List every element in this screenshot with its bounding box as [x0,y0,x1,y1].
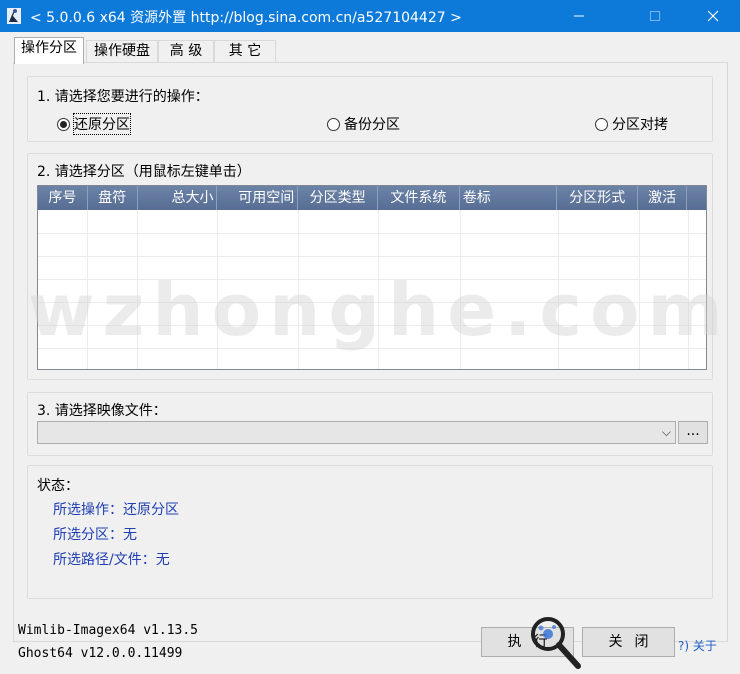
status-label: 状态： [37,478,79,494]
column-header-filler [687,186,706,210]
tab-other[interactable]: 其 它 [214,40,276,62]
column-header-total-size[interactable]: 总大小 [138,186,218,210]
column-header-active[interactable]: 激活 [638,186,688,210]
title-bar[interactable]: < 5.0.0.6 x64 资源外置 http://blog.sina.com.… [0,0,740,32]
column-header-partition-type[interactable]: 分区类型 [298,186,378,210]
radio-backup-partition[interactable]: 备份分区 [327,114,400,134]
radio-selected-dot [60,120,67,128]
window-title: < 5.0.0.6 x64 资源外置 http://blog.sina.com.… [30,10,462,26]
radio-copy-label: 分区对拷 [612,117,668,133]
status-operation: 所选操作：还原分区 [53,502,179,518]
magnifier-logo-icon [531,617,581,669]
maximize-icon [650,11,660,21]
browse-button[interactable]: ... [678,421,708,444]
grid-line [87,210,88,369]
partition-list[interactable]: 序号 盘符 总大小 可用空间 分区类型 文件系统 卷标 分区形式 激活 [37,185,707,370]
column-header-volume-label[interactable]: 卷标 [460,186,558,210]
column-header-partition-style[interactable]: 分区形式 [557,186,639,210]
operation-group-label: 1. 请选择您要进行的操作： [37,89,209,105]
column-header-index[interactable]: 序号 [38,186,88,210]
grid-line [558,210,559,369]
radio-backup-label: 备份分区 [344,117,400,133]
grid-line [38,302,706,303]
minimize-icon [574,15,584,17]
tab-advanced[interactable]: 高 级 [158,40,214,62]
column-header-file-system[interactable]: 文件系统 [378,186,460,210]
grid-line [378,210,379,369]
grid-line [460,210,461,369]
image-file-combo[interactable]: ⌵ [37,421,676,444]
partition-list-header: 序号 盘符 总大小 可用空间 分区类型 文件系统 卷标 分区形式 激活 [38,186,706,210]
radio-copy-partition[interactable]: 分区对拷 [595,114,668,134]
grid-line [639,210,640,369]
grid-line [137,210,138,369]
tab-operate-partition[interactable]: 操作分区 [14,37,84,64]
radio-circle[interactable] [327,117,340,131]
partition-group-label: 2. 请选择分区（用鼠标左键单击） [37,164,251,180]
wimlib-version: Wimlib-Imagex64 v1.13.5 [18,623,199,638]
radio-restore-partition[interactable]: 还原分区 [57,113,131,135]
column-header-drive-letter[interactable]: 盘符 [88,186,138,210]
close-icon [707,10,719,22]
grid-line [298,210,299,369]
grid-line [38,256,706,257]
client-area: 操作分区 操作硬盘 高 级 其 它 1. 请选择您要进行的操作： 还原分区 备份… [0,32,740,674]
grid-line [38,348,706,349]
grid-line [38,279,706,280]
image-file-group-label: 3. 请选择映像文件： [37,403,167,419]
radio-circle[interactable] [57,117,70,131]
app-icon [7,8,21,24]
status-partition: 所选分区：无 [53,527,137,543]
grid-line [217,210,218,369]
grid-line [688,210,689,369]
close-window-button[interactable] [690,0,736,32]
about-link[interactable]: ?) 关于 [678,637,717,654]
status-path: 所选路径/文件：无 [53,552,170,568]
minimize-button[interactable] [556,0,602,32]
tab-operate-disk[interactable]: 操作硬盘 [86,40,158,62]
grid-line [38,325,706,326]
grid-line [38,233,706,234]
close-button[interactable]: 关闭 [582,627,675,657]
radio-circle[interactable] [595,117,608,131]
chevron-down-icon[interactable]: ⌵ [662,425,671,440]
column-header-free-space[interactable]: 可用空间 [217,186,299,210]
ghost-version: Ghost64 v12.0.0.11499 [18,646,183,661]
maximize-button [632,0,678,32]
radio-restore-label: 还原分区 [73,113,131,135]
